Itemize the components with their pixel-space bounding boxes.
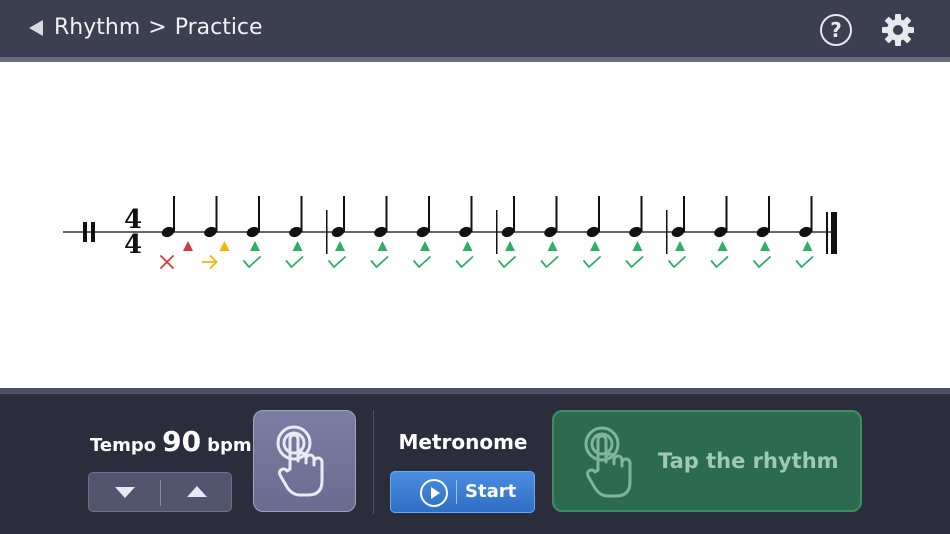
timing-marker <box>802 241 813 251</box>
breadcrumb: Rhythm > Practice <box>54 13 263 43</box>
tempo-display: Tempo 90 bpm <box>90 425 252 463</box>
quarter-note <box>714 196 728 238</box>
timing-marker <box>462 241 473 251</box>
quarter-note <box>756 196 770 238</box>
tap-hand-icon <box>584 426 632 498</box>
tap-tempo-button[interactable] <box>253 410 356 512</box>
start-button-divider <box>456 480 457 504</box>
tap-rhythm-label: Tap the rhythm <box>658 449 839 473</box>
check-icon <box>753 256 771 268</box>
repeat-start-bar-thick <box>83 222 87 242</box>
quarter-note <box>629 196 643 238</box>
chevron-up-icon <box>187 486 207 497</box>
timing-marker <box>590 241 600 251</box>
breadcrumb-rhythm[interactable]: Rhythm <box>54 13 140 43</box>
timing-marker <box>760 241 770 251</box>
timing-marker <box>219 241 230 251</box>
tap-hand-icon <box>276 425 324 497</box>
check-icon <box>455 256 474 268</box>
quarter-note <box>544 196 558 238</box>
gear-icon[interactable] <box>881 13 915 47</box>
check-icon <box>498 256 516 268</box>
tempo-stepper <box>88 472 232 512</box>
timing-marker <box>547 241 558 251</box>
quarter-note <box>671 196 685 238</box>
play-icon <box>420 479 448 507</box>
quarter-note <box>161 196 175 238</box>
check-icon <box>370 256 389 268</box>
check-icon <box>328 256 346 268</box>
timing-marker <box>250 241 260 251</box>
quarter-note <box>246 196 260 238</box>
check-icon <box>625 256 644 268</box>
breadcrumb-practice: Practice <box>174 15 263 40</box>
help-icon[interactable]: ? <box>820 14 852 46</box>
timing-marker <box>335 241 345 251</box>
check-icon <box>413 256 431 268</box>
tempo-unit: bpm <box>207 435 252 456</box>
panel-separator <box>373 410 374 514</box>
score-staff: 4 4 <box>63 196 837 269</box>
repeat-start-bar-thin <box>91 222 95 242</box>
timing-marker <box>675 241 685 251</box>
barline <box>496 210 498 254</box>
timing-marker <box>717 241 728 251</box>
check-icon <box>540 256 559 268</box>
check-icon <box>668 256 686 268</box>
check-icon <box>583 256 601 268</box>
rhythm-score: 4 4 <box>0 62 950 388</box>
check-icon <box>243 256 261 268</box>
metronome-start-button[interactable]: Start <box>390 471 535 513</box>
final-barline-thick <box>831 212 837 254</box>
quarter-note <box>459 196 473 238</box>
quarter-note <box>331 196 345 238</box>
chevron-down-icon <box>115 487 135 498</box>
tempo-increase-button[interactable] <box>161 473 232 511</box>
control-panel-divider <box>0 388 950 394</box>
quarter-note <box>374 196 388 238</box>
tempo-label: Tempo <box>90 435 157 456</box>
tap-rhythm-button[interactable]: Tap the rhythm <box>552 410 862 512</box>
check-icon <box>795 256 814 268</box>
barline <box>666 210 668 254</box>
quarter-note <box>289 196 303 238</box>
timing-marker <box>505 241 515 251</box>
check-icon <box>285 256 304 268</box>
quarter-note <box>204 196 218 238</box>
final-barline-thin <box>826 212 828 254</box>
start-label: Start <box>465 481 517 502</box>
timing-marker <box>632 241 643 251</box>
timing-marker <box>183 241 193 251</box>
time-signature-bottom: 4 <box>124 230 142 260</box>
tempo-value: 90 <box>162 425 202 458</box>
timing-marker <box>420 241 430 251</box>
back-icon[interactable] <box>29 20 43 36</box>
quarter-note <box>501 196 515 238</box>
arrow-right-icon <box>201 255 218 269</box>
cross-icon <box>160 255 174 269</box>
check-icon <box>710 256 729 268</box>
timing-marker <box>377 241 388 251</box>
barline <box>326 210 328 254</box>
quarter-note <box>586 196 600 238</box>
quarter-note <box>416 196 430 238</box>
quarter-note <box>799 196 813 238</box>
timing-marker <box>292 241 303 251</box>
breadcrumb-separator: > <box>148 15 167 40</box>
tempo-decrease-button[interactable] <box>89 473 160 511</box>
metronome-label: Metronome <box>398 430 528 454</box>
